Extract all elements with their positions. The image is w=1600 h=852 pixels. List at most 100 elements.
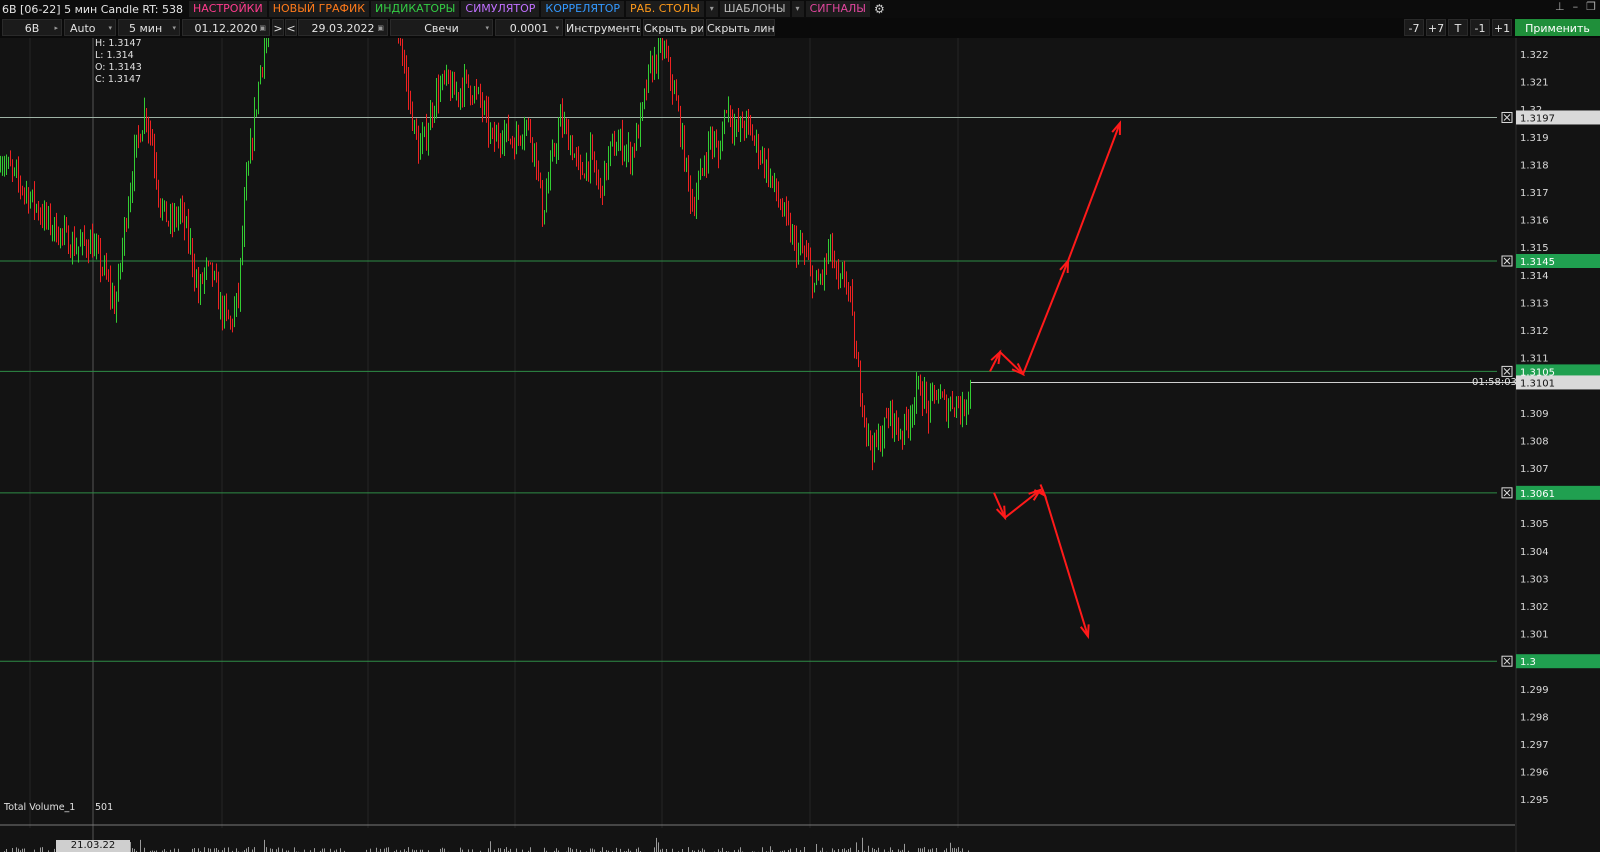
y-tick-label: 1.301 [1520,630,1549,641]
y-tick-label: 1.317 [1520,188,1549,199]
symbol-select[interactable]: 6B ▸ [2,19,62,36]
ohlc-readout: H: 1.3147 L: 1.314 O: 1.3143 C: 1.3147 [95,38,142,86]
close-icon[interactable] [1503,114,1511,121]
hide-lines-label: Скрыть линии [707,22,775,35]
hide-lines-button[interactable]: Скрыть линии [706,19,775,36]
date-from-value: 01.12.2020 [194,22,258,35]
calendar-icon: ▣ [377,24,384,32]
apply-button[interactable]: Применить [1515,19,1600,36]
shift-plus1-button[interactable]: +1 [1492,19,1512,36]
y-tick-label: 1.322 [1520,50,1549,61]
chart-type-select[interactable]: Свечи ▾ [390,19,493,36]
shift-plus7-button[interactable]: +7 [1426,19,1446,36]
timeframe-select[interactable]: 5 мин ▾ [118,19,180,36]
menu-item-3[interactable]: СИМУЛЯТОР [461,1,540,17]
y-tick-label: 1.311 [1520,354,1549,365]
window-controls: ⊥ – ❐ [1555,0,1596,13]
menu-item-6[interactable]: ШАБЛОНЫ [719,1,790,17]
chevron-down-icon: ▾ [108,24,112,32]
menu-item-2[interactable]: ИНДИКАТОРЫ [371,1,460,17]
chevron-down-icon: ▾ [485,24,489,32]
symbol-value: 6B [24,22,40,35]
chevron-down-icon: ▾ [555,24,559,32]
y-tick-label: 1.298 [1520,712,1549,723]
y-tick-label: 1.305 [1520,519,1549,530]
ohlc-high: H: 1.3147 [95,38,142,49]
ohlc-open: O: 1.3143 [95,62,142,73]
close-icon[interactable] [1503,657,1511,665]
y-tick-label: 1.302 [1520,602,1549,613]
chevron-down-icon[interactable]: ▾ [791,1,804,17]
y-tick-label: 1.303 [1520,574,1549,585]
date-to-value: 29.03.2022 [311,22,375,35]
y-tick-label: 1.316 [1520,216,1549,227]
y-tick-label: 1.312 [1520,326,1549,337]
chart-type-value: Свечи [424,22,459,35]
scale-value: Auto [70,22,96,35]
close-icon[interactable] [1503,257,1511,265]
hide-drawings-button[interactable]: Скрыть рис. [643,19,704,36]
date-to-input[interactable]: 29.03.2022 ▣ [298,19,388,36]
next-label: > [273,22,283,35]
y-tick-label: 1.319 [1520,133,1549,144]
apply-label: Применить [1525,22,1590,35]
y-tick-label: 1.297 [1520,740,1549,751]
minimize-icon[interactable]: – [1573,0,1579,13]
shift-label: -7 [1408,22,1420,35]
chevron-down-icon: ▾ [172,24,176,32]
chart-toolbar: 6B ▸ Auto ▾ 5 мин ▾ 01.12.2020 ▣ > < 29.03.2… [0,18,1600,38]
pin-icon[interactable]: ⊥ [1555,0,1565,13]
level-price-label: 1.3145 [1520,257,1555,268]
main-menu: НАСТРОЙКИ НОВЫЙ ГРАФИК ИНДИКАТОРЫ СИМУЛЯТОР… [188,1,872,17]
menu-item-7[interactable]: СИГНАЛЫ [805,1,870,17]
ohlc-close: C: 1.3147 [95,74,142,85]
chevron-right-icon: ▸ [54,24,58,32]
top-menu-bar: 6B [06-22] 5 мин Candle RT: 538 НАСТРОЙК… [0,0,1600,18]
tick-size-value: 0.0001 [509,22,549,35]
y-tick-label: 1.309 [1520,409,1549,420]
ohlc-low: L: 1.314 [95,50,134,61]
volume-label: Total Volume_1 [4,802,76,813]
drawn-arrow[interactable] [989,122,1121,376]
menu-item-5[interactable]: РАБ. СТОЛЫ [626,1,704,17]
cursor-time-label: 21.03.22 02:55 [56,840,130,852]
close-icon[interactable] [1503,489,1511,497]
prev-button[interactable]: < [285,19,297,36]
restore-icon[interactable]: ❐ [1586,0,1596,13]
today-button[interactable]: T [1448,19,1468,36]
tools-button[interactable]: Инструменты [565,19,641,36]
shift-minus7-button[interactable]: -7 [1404,19,1424,36]
y-tick-label: 1.313 [1520,298,1549,309]
menu-item-0[interactable]: НАСТРОЙКИ [188,1,267,17]
next-button[interactable]: > [272,19,284,36]
date-from-input[interactable]: 01.12.2020 ▣ [182,19,270,36]
shift-label: +7 [1427,22,1445,35]
hide-drawings-label: Скрыть рис. [644,22,704,35]
tick-size-select[interactable]: 0.0001 ▾ [495,19,563,36]
calendar-icon: ▣ [259,24,266,32]
level-price-label: 1.3197 [1520,113,1555,124]
shift-label: -1 [1474,22,1486,35]
y-tick-label: 1.307 [1520,464,1549,475]
volume-value: 501 [95,802,114,813]
level-price-label: 1.3061 [1520,489,1555,500]
timeframe-value: 5 мин [129,22,163,35]
price-chart[interactable]: 1.3221.3211.321.3191.3181.3171.3161.3151… [0,38,1600,852]
menu-item-1[interactable]: НОВЫЙ ГРАФИК [268,1,370,17]
y-tick-label: 1.304 [1520,547,1549,558]
y-tick-label: 1.321 [1520,78,1549,89]
menu-item-4[interactable]: КОРРЕЛЯТОР [541,1,625,17]
y-tick-label: 1.296 [1520,768,1549,779]
drawn-arrow[interactable] [993,488,1089,637]
gears-icon[interactable]: ⚙ [874,2,885,16]
y-tick-label: 1.295 [1520,795,1549,806]
price-tag-label: 1.3101 [1520,378,1555,389]
y-tick-label: 1.315 [1520,243,1549,254]
close-icon[interactable] [1503,368,1511,375]
shift-minus1-button[interactable]: -1 [1470,19,1490,36]
tools-label: Инструменты [566,22,641,35]
shift-label: T [1454,22,1462,35]
scale-select[interactable]: Auto ▾ [64,19,116,36]
chevron-down-icon[interactable]: ▾ [705,1,718,17]
y-tick-label: 1.299 [1520,685,1549,696]
